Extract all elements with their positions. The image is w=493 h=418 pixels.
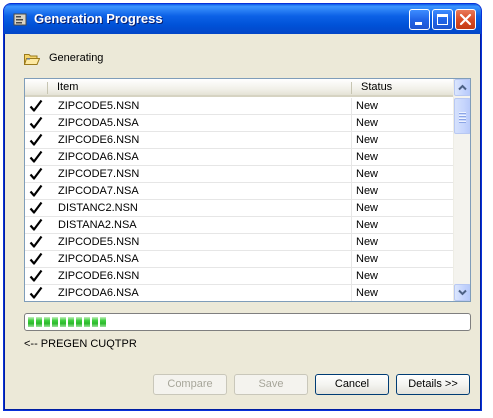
- table-row[interactable]: ZIPCODA5.NSA New: [25, 115, 453, 132]
- item-status: New: [356, 270, 379, 282]
- item-name: ZIPCODA6.NSA: [58, 151, 139, 163]
- current-step-text: <-- PREGEN CUQTPR: [24, 338, 137, 350]
- progress-block: [84, 317, 90, 327]
- close-icon: [459, 13, 472, 26]
- checkmark-icon: [29, 133, 43, 146]
- item-status: New: [356, 151, 379, 163]
- progress-block: [76, 317, 82, 327]
- details-button[interactable]: Details >>: [396, 374, 470, 395]
- table-row[interactable]: DISTANA2.NSA New: [25, 217, 453, 234]
- item-status: New: [356, 287, 379, 299]
- progress-block: [36, 317, 42, 327]
- maximize-button[interactable]: [432, 9, 453, 30]
- list-header: Item Status: [25, 79, 453, 97]
- minimize-button[interactable]: [409, 9, 430, 30]
- progress-block: [100, 317, 106, 327]
- list-rows: ZIPCODE5.NSN New ZIPCODA5.NSA New ZIPCODE6.N…: [25, 98, 453, 301]
- item-status: New: [356, 219, 379, 231]
- item-name: ZIPCODA6.NSA: [58, 287, 139, 299]
- scroll-thumb[interactable]: [454, 98, 470, 134]
- compare-button[interactable]: Compare: [153, 374, 227, 395]
- progress-block: [28, 317, 34, 327]
- item-status: New: [356, 202, 379, 214]
- checkmark-icon: [29, 167, 43, 180]
- scroll-up-button[interactable]: [454, 79, 470, 96]
- item-status: New: [356, 117, 379, 129]
- dialog-window: Generation Progress Generating Item Stat…: [3, 3, 482, 411]
- progress-block: [92, 317, 98, 327]
- checkmark-icon: [29, 150, 43, 163]
- checkmark-icon: [29, 99, 43, 112]
- app-icon: [13, 13, 27, 26]
- item-status: New: [356, 100, 379, 112]
- item-name: ZIPCODE5.NSN: [58, 236, 140, 248]
- checkmark-icon: [29, 286, 43, 299]
- checkmark-icon: [29, 235, 43, 248]
- table-row[interactable]: ZIPCODE5.NSN New: [25, 234, 453, 251]
- item-name: ZIPCODA5.NSA: [58, 117, 139, 129]
- table-row[interactable]: ZIPCODE5.NSN New: [25, 98, 453, 115]
- item-name: ZIPCODE5.NSN: [58, 100, 140, 112]
- table-row[interactable]: ZIPCODE7.NSN New: [25, 166, 453, 183]
- table-row[interactable]: ZIPCODA5.NSA New: [25, 251, 453, 268]
- checkmark-icon: [29, 252, 43, 265]
- progress-block: [60, 317, 66, 327]
- checkmark-icon: [29, 269, 43, 282]
- item-status: New: [356, 134, 379, 146]
- item-status: New: [356, 185, 379, 197]
- scroll-down-button[interactable]: [454, 284, 470, 301]
- progress-block: [44, 317, 50, 327]
- item-status: New: [356, 168, 379, 180]
- generation-progress-bar: [24, 313, 471, 331]
- item-name: DISTANA2.NSA: [58, 219, 137, 231]
- maximize-icon: [437, 14, 448, 25]
- checkmark-icon: [29, 218, 43, 231]
- save-button[interactable]: Save: [234, 374, 308, 395]
- item-name: ZIPCODE7.NSN: [58, 168, 140, 180]
- item-name: ZIPCODA7.NSA: [58, 185, 139, 197]
- column-header-status[interactable]: Status: [351, 79, 453, 97]
- table-row[interactable]: DISTANC2.NSN New: [25, 200, 453, 217]
- item-name: ZIPCODE6.NSN: [58, 134, 140, 146]
- column-divider[interactable]: [47, 82, 48, 94]
- chevron-up-icon: [458, 84, 467, 91]
- table-row[interactable]: ZIPCODE6.NSN New: [25, 268, 453, 285]
- items-list[interactable]: Item Status ZIPCODE5.NSN New ZIPCODA5.NSA N…: [24, 78, 471, 302]
- table-row[interactable]: ZIPCODA6.NSA New: [25, 285, 453, 301]
- table-row[interactable]: ZIPCODE6.NSN New: [25, 132, 453, 149]
- item-name: DISTANC2.NSN: [58, 202, 138, 214]
- vertical-scrollbar[interactable]: [453, 79, 470, 301]
- close-window-button[interactable]: [455, 9, 476, 30]
- item-name: ZIPCODE6.NSN: [58, 270, 140, 282]
- window-title: Generation Progress: [34, 11, 163, 26]
- item-status: New: [356, 253, 379, 265]
- checkmark-icon: [29, 184, 43, 197]
- dialog-body: Generating Item Status ZIPCODE5.NSN New ZI…: [7, 34, 478, 408]
- progress-block: [52, 317, 58, 327]
- generating-label: Generating: [49, 52, 104, 64]
- checkmark-icon: [29, 116, 43, 129]
- table-row[interactable]: ZIPCODA6.NSA New: [25, 149, 453, 166]
- item-status: New: [356, 236, 379, 248]
- cancel-button[interactable]: Cancel: [315, 374, 389, 395]
- minimize-icon: [415, 22, 422, 25]
- column-header-item[interactable]: Item: [47, 79, 351, 97]
- open-folder-icon: [24, 54, 40, 65]
- chevron-down-icon: [458, 289, 467, 296]
- table-row[interactable]: ZIPCODA7.NSA New: [25, 183, 453, 200]
- progress-block: [68, 317, 74, 327]
- title-bar[interactable]: Generation Progress: [4, 4, 481, 34]
- checkmark-icon: [29, 201, 43, 214]
- item-name: ZIPCODA5.NSA: [58, 253, 139, 265]
